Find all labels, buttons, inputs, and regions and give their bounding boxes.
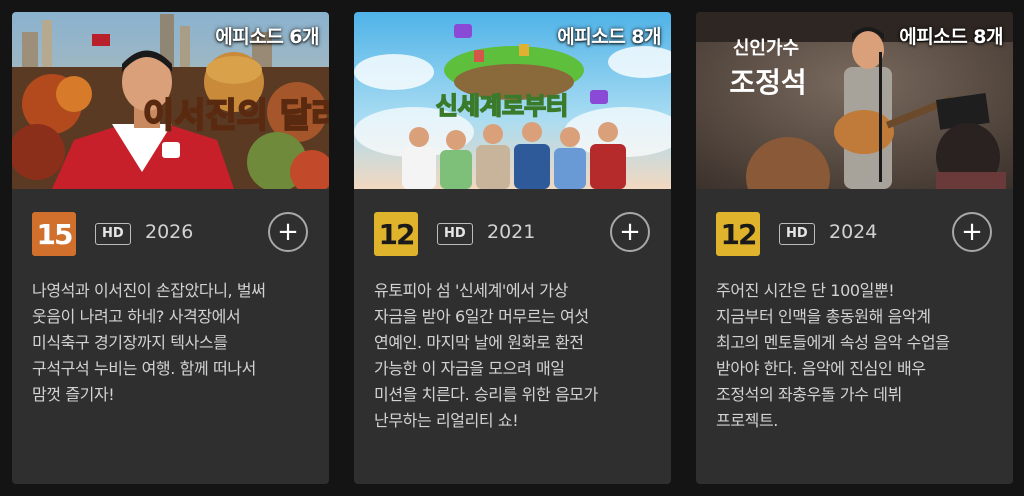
age-rating-badge: 12 (374, 212, 418, 256)
meta-row: 15 HD 2026 + (32, 212, 309, 256)
age-rating-badge: 12 (716, 212, 760, 256)
synopsis: 유토피아 섬 '신세계'에서 가상 자금을 받아 6일간 머무르는 여섯 연예인… (374, 281, 598, 430)
add-to-list-button[interactable]: + (268, 212, 308, 252)
plus-icon: + (961, 217, 983, 247)
hd-badge: HD (95, 223, 131, 245)
synopsis: 나영석과 이서진이 손잡았다니, 벌써 웃음이 나려고 하네? 사격장에서 미식… (32, 281, 266, 404)
thumbnail-title: 조정석 (729, 66, 806, 99)
plus-icon: + (277, 217, 299, 247)
thumbnail-title: 이서진의 달라달라 (143, 96, 329, 136)
thumbnail[interactable]: 신인가수 조정석 에피소드 8개 (696, 12, 1013, 189)
plus-icon: + (619, 217, 641, 247)
thumbnail-subtitle: 신인가수 (733, 38, 799, 59)
episode-count: 에피소드 8개 (557, 26, 661, 48)
synopsis: 주어진 시간은 단 100일뿐! 지금부터 인맥을 총동원해 음악계 최고의 멘… (716, 281, 950, 430)
title-card-1[interactable]: 이서진의 달라달라 에피소드 6개 15 HD 2026 + 나영석과 이서진이… (12, 12, 329, 484)
episode-count: 에피소드 8개 (899, 26, 1003, 48)
release-year: 2026 (145, 221, 194, 243)
thumbnail[interactable]: 이서진의 달라달라 에피소드 6개 (12, 12, 329, 189)
title-card-3[interactable]: 신인가수 조정석 에피소드 8개 12 HD 2024 + 주어진 시간은 단 … (696, 12, 1013, 484)
title-card-2[interactable]: 신세계로부터 에피소드 8개 12 HD 2021 + 유토피아 섬 '신세계'… (354, 12, 671, 484)
add-to-list-button[interactable]: + (952, 212, 992, 252)
hd-badge: HD (437, 223, 473, 245)
hd-badge: HD (779, 223, 815, 245)
thumbnail-title: 신세계로부터 (436, 92, 568, 120)
age-rating-badge: 15 (32, 212, 76, 256)
add-to-list-button[interactable]: + (610, 212, 650, 252)
meta-row: 12 HD 2024 + (716, 212, 993, 256)
release-year: 2024 (829, 221, 878, 243)
release-year: 2021 (487, 221, 536, 243)
thumbnail[interactable]: 신세계로부터 에피소드 8개 (354, 12, 671, 189)
meta-row: 12 HD 2021 + (374, 212, 651, 256)
episode-count: 에피소드 6개 (215, 26, 319, 48)
